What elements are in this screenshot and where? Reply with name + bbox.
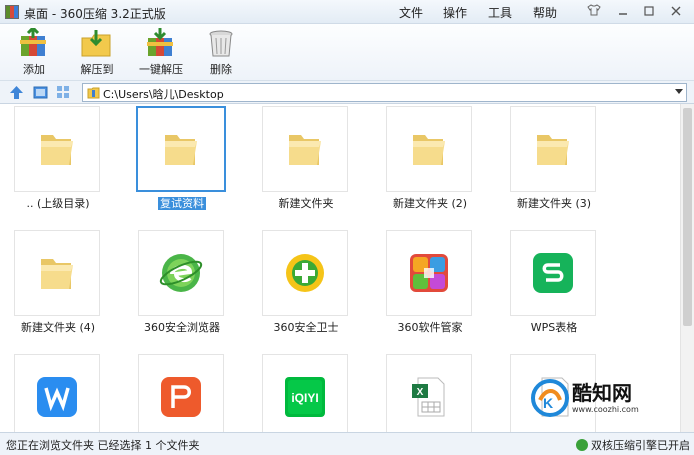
file-item[interactable]: 360安全浏览器 [122,228,242,348]
file-label-text: 360软件管家 [397,321,463,334]
folder-zip-icon [87,87,100,99]
file-thumbnail[interactable] [138,230,224,316]
file-label-text: 新建文件夹 (3) [516,197,592,210]
watermark-url: www.coozhi.com [572,405,639,414]
extract-to-button[interactable]: 解压到 [67,26,127,78]
title-bar: 桌面 - 360压缩 3.2正式版 文件 操作 工具 帮助 [0,0,694,24]
trash-icon [209,30,233,57]
file-item[interactable]: iQIYI [246,352,366,432]
extract-to-label: 解压到 [80,63,114,76]
menu-tools[interactable]: 工具 [488,4,512,21]
file-label: 新建文件夹 (4) [0,319,118,335]
file-label-text: WPS表格 [530,321,578,334]
file-thumbnail[interactable] [510,106,596,192]
svg-text:iQIYI: iQIYI [291,391,318,405]
watermark: K 酷知网 www.coozhi.com [528,374,648,422]
file-item[interactable]: 360安全卫士 [246,228,366,348]
file-label-text: 新建文件夹 [278,197,334,210]
file-thumbnail[interactable]: X [386,354,472,432]
file-label-text: 新建文件夹 (4) [20,321,96,334]
file-thumbnail[interactable] [136,106,226,192]
file-item[interactable]: .. (上级目录) [0,104,118,224]
file-thumbnail[interactable] [14,106,100,192]
file-thumbnail[interactable] [138,354,224,432]
skin-icon[interactable] [583,3,605,21]
file-label: 复试资料 [122,195,242,211]
file-item[interactable]: X [370,352,490,432]
file-label: .. (上级目录) [0,195,118,211]
file-thumbnail[interactable] [14,354,100,432]
engine-status-text: 双核压缩引擎已开启 [591,439,690,452]
close-icon[interactable] [665,3,687,21]
app-logo-icon [5,5,19,19]
minimize-icon[interactable] [612,3,634,21]
file-label: 360软件管家 [370,319,490,335]
path-input[interactable]: C:\Users\晗儿\Desktop [82,83,687,102]
file-label-text: 360安全卫士 [273,321,339,334]
file-label: 新建文件夹 (3) [494,195,614,211]
chevron-down-icon[interactable] [675,89,683,94]
file-label: 360安全浏览器 [122,319,242,335]
file-label-text: 复试资料 [158,197,206,210]
extract-folder-icon [81,30,111,57]
file-item[interactable]: 新建文件夹 (4) [0,228,118,348]
engine-status: 双核压缩引擎已开启 [576,437,690,453]
watermark-brand: 酷知网 [572,381,632,405]
file-thumbnail[interactable] [262,106,348,192]
up-arrow-icon[interactable] [8,84,25,101]
file-label: 新建文件夹 [246,195,366,211]
svg-text:K: K [543,395,553,411]
toolbar: 添加 解压到 一键解压 删除 [0,24,694,80]
window-title: 桌面 - 360压缩 3.2正式版 [24,7,166,21]
file-item[interactable]: 360软件管家 [370,228,490,348]
grid-view-icon[interactable] [55,84,72,101]
status-text: 您正在浏览文件夹 已经选择 1 个文件夹 [6,439,200,452]
menu-help[interactable]: 帮助 [533,4,557,21]
scrollbar-thumb[interactable] [683,108,692,326]
file-label-text: 360安全浏览器 [144,321,220,334]
file-item[interactable]: 复试资料 [122,104,242,224]
maximize-icon[interactable] [638,3,660,21]
add-button[interactable]: 添加 [4,26,64,78]
add-label: 添加 [23,63,45,76]
delete-label: 删除 [210,63,232,76]
menu-file[interactable]: 文件 [399,4,423,21]
status-bar: 您正在浏览文件夹 已经选择 1 个文件夹 双核压缩引擎已开启 [0,432,694,455]
path-text: C:\Users\晗儿\Desktop [103,88,224,101]
file-label: WPS表格 [494,319,614,335]
file-item[interactable]: 新建文件夹 [246,104,366,224]
address-bar: C:\Users\晗儿\Desktop [0,80,694,104]
app-window: 桌面 - 360压缩 3.2正式版 文件 操作 工具 帮助 添加 解压到 一键解… [0,0,694,455]
file-label: 新建文件夹 (2) [370,195,490,211]
file-thumbnail[interactable] [386,230,472,316]
file-thumbnail[interactable]: iQIYI [262,354,348,432]
file-item[interactable]: WPS表格 [494,228,614,348]
one-click-extract-label: 一键解压 [139,63,183,76]
file-label: 360安全卫士 [246,319,366,335]
file-thumbnail[interactable] [14,230,100,316]
watermark-logo-icon: K [531,379,569,417]
file-item[interactable]: 新建文件夹 (3) [494,104,614,224]
one-click-extract-icon [147,28,173,56]
thumbnail-view-icon[interactable] [32,84,49,101]
file-item[interactable] [122,352,242,432]
delete-button[interactable]: 删除 [191,26,251,78]
check-icon [576,439,588,451]
menu-operate[interactable]: 操作 [443,4,467,21]
file-label-text: 新建文件夹 (2) [392,197,468,210]
file-thumbnail[interactable] [262,230,348,316]
file-label-text: .. (上级目录) [26,197,90,210]
file-item[interactable] [0,352,118,432]
vertical-scrollbar[interactable] [680,104,694,432]
add-archive-icon [20,28,46,56]
svg-text:X: X [417,387,424,398]
file-thumbnail[interactable] [510,230,596,316]
one-click-extract-button[interactable]: 一键解压 [131,26,191,78]
file-item[interactable]: 新建文件夹 (2) [370,104,490,224]
file-thumbnail[interactable] [386,106,472,192]
